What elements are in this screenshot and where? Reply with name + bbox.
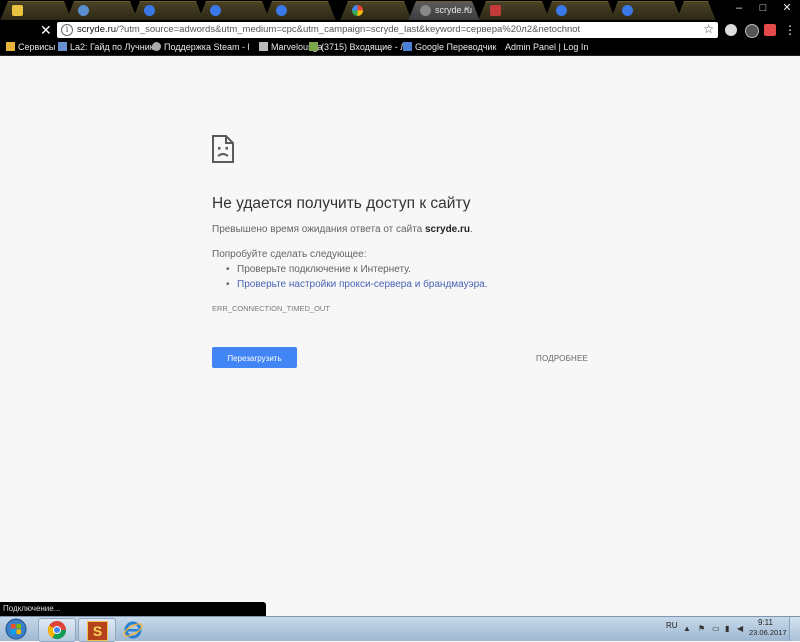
gamepad-icon — [259, 42, 268, 51]
bookmark-label: Сервисы — [18, 42, 56, 52]
suggestion-check-connection: Проверьте подключение к Интернету. — [226, 263, 488, 278]
minimize-button[interactable]: – — [726, 0, 752, 18]
menu-icon[interactable]: ⋮ — [784, 20, 796, 40]
extension-eye-icon[interactable] — [725, 24, 737, 36]
network-icon[interactable]: ▮ — [725, 624, 729, 633]
google-icon — [352, 5, 363, 16]
url-host: scryde.ru — [77, 24, 117, 35]
tray-chevron-icon[interactable]: ▲ — [683, 624, 691, 633]
bookmark-label: Поддержка Steam - l — [164, 42, 250, 52]
stop-icon[interactable]: ✕ — [40, 21, 52, 39]
start-button-icon[interactable] — [3, 618, 29, 640]
show-desktop-button[interactable] — [789, 617, 800, 641]
suggestion-text: Проверьте подключение к Интернету. — [237, 264, 411, 275]
suggestion-check-proxy[interactable]: Проверьте настройки прокси-сервера и бра… — [226, 278, 488, 293]
bookmark-label: (3715) Входящие - Ли — [321, 42, 412, 52]
clock-time[interactable]: 9:11 — [758, 618, 773, 627]
error-code: ERR_CONNECTION_TIMED_OUT — [212, 304, 330, 313]
bookmark-label: Admin Panel | Log In — [505, 42, 589, 52]
taskbar-app[interactable]: S — [78, 618, 116, 642]
chrome-icon — [47, 621, 66, 640]
tray-flag-icon[interactable]: ⚑ — [698, 624, 705, 633]
tab-3[interactable] — [132, 1, 204, 20]
bookmark-translate[interactable]: Google Переводчик — [403, 41, 496, 53]
taskbar-chrome[interactable] — [38, 618, 76, 642]
error-description-suffix: . — [470, 224, 473, 235]
tab-6[interactable] — [340, 1, 412, 20]
language-indicator[interactable]: RU — [666, 621, 678, 630]
maximize-button[interactable]: □ — [750, 0, 776, 18]
bookmark-steam[interactable]: Поддержка Steam - l — [152, 41, 249, 53]
error-page: Не удается получить доступ к сайту Превы… — [0, 56, 800, 602]
globe-icon — [78, 5, 89, 16]
tab-5[interactable] — [264, 1, 336, 20]
help-icon — [622, 5, 633, 16]
bookmark-services[interactable]: Сервисы — [6, 41, 55, 53]
search-icon — [144, 5, 155, 16]
bookmark-la2[interactable]: La2: Гайд по Лучник — [58, 41, 154, 53]
error-description-text: Превышено время ожидания ответа от сайта — [212, 224, 425, 235]
details-button[interactable]: ПОДРОБНЕЕ — [536, 354, 588, 363]
tab-4[interactable] — [198, 1, 270, 20]
clock-date[interactable]: 23.06.2017 — [749, 628, 787, 637]
taskbar: S RU ▲ ⚑ ▭ ▮ ◀ 9:11 23.06.2017 — [0, 616, 800, 642]
bookmark-mail[interactable]: (3715) Входящие - Ли — [309, 41, 411, 53]
tab-8[interactable] — [478, 1, 550, 20]
error-host: scryde.ru — [425, 224, 471, 235]
tab-active[interactable]: scryde.ru × — [408, 1, 480, 20]
url-path: /?utm_source=adwords&utm_medium=cpc&utm_… — [116, 24, 581, 35]
taskbar-ie[interactable] — [116, 618, 154, 642]
address-bar[interactable]: i scryde.ru/?utm_source=adwords&utm_medi… — [57, 22, 718, 38]
bookmarks-bar: Сервисы La2: Гайд по Лучник Поддержка St… — [0, 40, 800, 56]
volume-icon[interactable]: ◀ — [737, 624, 743, 633]
search-icon — [210, 5, 221, 16]
extension-red-icon[interactable] — [764, 24, 776, 36]
toolbar: ✕ i scryde.ru/?utm_source=adwords&utm_me… — [0, 20, 800, 40]
bookmark-icon — [58, 42, 67, 51]
reload-button[interactable]: Перезагрузить — [212, 347, 297, 368]
bookmark-label: La2: Гайд по Лучник — [70, 42, 154, 52]
error-title: Не удается получить доступ к сайту — [212, 195, 471, 212]
status-bubble: Подключение... — [0, 602, 266, 616]
suggestions-list: Проверьте подключение к Интернету. Прове… — [226, 263, 488, 293]
tab-1[interactable] — [0, 1, 72, 20]
tab-9[interactable] — [544, 1, 616, 20]
app-s-icon: S — [87, 621, 108, 641]
tab-strip: scryde.ru × – □ ✕ — [0, 0, 800, 20]
sad-document-icon — [212, 135, 234, 163]
tray-monitor-icon[interactable]: ▭ — [712, 624, 720, 633]
translate-icon — [403, 42, 412, 51]
info-icon[interactable]: i — [61, 24, 73, 36]
lock-icon — [12, 5, 23, 16]
suggestion-link[interactable]: Проверьте настройки прокси-сервера и бра… — [237, 279, 488, 290]
extension-icon[interactable] — [745, 24, 759, 38]
search-icon — [276, 5, 287, 16]
bookmark-admin-panel[interactable]: Admin Panel | Log In — [505, 41, 588, 53]
new-tab-button[interactable] — [676, 1, 716, 20]
loading-icon — [420, 5, 431, 16]
close-window-button[interactable]: ✕ — [774, 0, 800, 18]
suggestions-heading: Попробуйте сделать следующее: — [212, 249, 367, 260]
steam-icon — [152, 42, 161, 51]
close-tab-icon[interactable]: × — [464, 4, 470, 15]
tab-2[interactable] — [66, 1, 138, 20]
search-icon — [556, 5, 567, 16]
bookmark-label: Google Переводчик — [415, 42, 497, 52]
internet-explorer-icon — [123, 621, 143, 639]
tab-10[interactable] — [610, 1, 682, 20]
apps-icon — [6, 42, 15, 51]
star-icon[interactable]: ☆ — [703, 22, 714, 36]
bookmark-icon — [490, 5, 501, 16]
url-text[interactable]: scryde.ru/?utm_source=adwords&utm_medium… — [77, 24, 580, 35]
mail-icon — [309, 42, 318, 51]
error-description: Превышено время ожидания ответа от сайта… — [212, 224, 473, 235]
